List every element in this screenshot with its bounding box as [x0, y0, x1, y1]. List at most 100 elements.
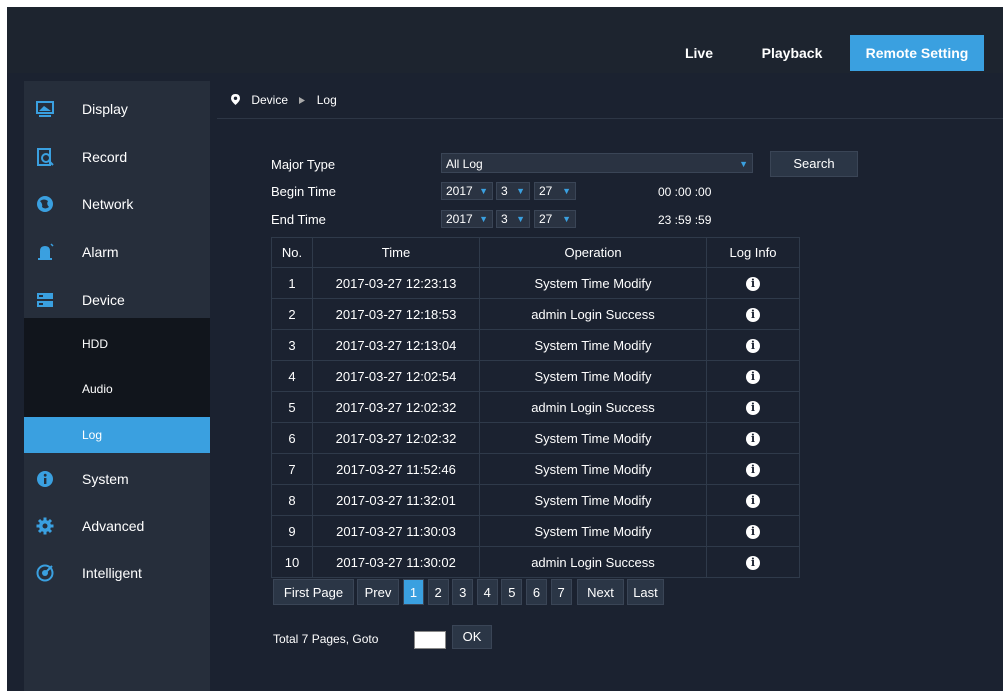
chevron-down-icon: ▼ [479, 214, 488, 224]
table-row: 7 2017-03-27 11:52:46 System Time Modify i [271, 453, 800, 485]
sidebar-item-label: Device [82, 292, 125, 308]
begin-year-select[interactable]: 2017 ▼ [441, 182, 493, 200]
cell-operation: System Time Modify [479, 515, 707, 547]
cell-time: 2017-03-27 12:02:32 [312, 391, 480, 423]
info-icon[interactable]: i [746, 277, 760, 291]
sidebar-item-label: Display [82, 101, 128, 117]
page-number-button[interactable]: 3 [452, 579, 474, 605]
cell-time: 2017-03-27 12:23:13 [312, 267, 480, 299]
app-window: Live Playback Remote Setting Display Rec… [7, 7, 1003, 691]
sidebar-item-alarm[interactable]: Alarm [24, 230, 210, 274]
cell-time: 2017-03-27 12:02:32 [312, 422, 480, 454]
info-icon[interactable]: i [746, 308, 760, 322]
last-page-button[interactable]: Last [627, 579, 664, 605]
col-header-operation: Operation [479, 237, 707, 268]
cell-log-info: i [706, 267, 800, 299]
sidebar-subitem-hdd[interactable]: HDD [24, 326, 210, 362]
cell-time: 2017-03-27 12:13:04 [312, 329, 480, 361]
major-type-label: Major Type [271, 157, 336, 172]
location-pin-icon [231, 94, 240, 105]
col-header-no: No. [271, 237, 313, 268]
cell-no: 2 [271, 298, 313, 330]
info-icon[interactable]: i [746, 556, 760, 570]
end-year-select[interactable]: 2017 ▼ [441, 210, 493, 228]
info-icon[interactable]: i [746, 432, 760, 446]
cell-log-info: i [706, 391, 800, 423]
first-page-button[interactable]: First Page [273, 579, 354, 605]
breadcrumb-device[interactable]: Device [251, 93, 288, 107]
sidebar-item-display[interactable]: Display [24, 87, 210, 131]
cell-log-info: i [706, 484, 800, 516]
nav-playback[interactable]: Playback [747, 35, 837, 71]
goto-page-input[interactable] [414, 631, 446, 649]
info-icon[interactable]: i [746, 401, 760, 415]
end-day-value: 27 [539, 212, 553, 226]
major-type-value: All Log [446, 157, 483, 171]
begin-time-input[interactable]: 00 :00 :00 [658, 185, 711, 199]
page-number-button[interactable]: 7 [550, 579, 572, 605]
cell-time: 2017-03-27 11:32:01 [312, 484, 480, 516]
nav-live[interactable]: Live [669, 35, 729, 71]
cell-no: 7 [271, 453, 313, 485]
cell-operation: System Time Modify [479, 267, 707, 299]
cell-operation: System Time Modify [479, 422, 707, 454]
sidebar-item-system[interactable]: System [24, 457, 210, 501]
breadcrumb-log: Log [316, 93, 337, 107]
major-type-select[interactable]: All Log ▼ [441, 153, 753, 173]
cell-time: 2017-03-27 12:02:54 [312, 360, 480, 392]
cell-time: 2017-03-27 11:30:02 [312, 546, 480, 578]
cell-log-info: i [706, 546, 800, 578]
cell-log-info: i [706, 360, 800, 392]
end-time-input[interactable]: 23 :59 :59 [658, 213, 711, 227]
cell-no: 9 [271, 515, 313, 547]
chevron-down-icon: ▼ [516, 214, 525, 224]
info-icon[interactable]: i [746, 370, 760, 384]
cell-no: 4 [271, 360, 313, 392]
table-row: 10 2017-03-27 11:30:02 admin Login Success… [271, 546, 800, 578]
cell-no: 3 [271, 329, 313, 361]
chevron-down-icon: ▼ [516, 186, 525, 196]
cell-operation: System Time Modify [479, 329, 707, 361]
begin-day-select[interactable]: 27 ▼ [534, 182, 576, 200]
sidebar-item-intelligent[interactable]: Intelligent [24, 551, 210, 595]
col-header-log-info: Log Info [706, 237, 800, 268]
end-month-select[interactable]: 3 ▼ [496, 210, 530, 228]
table-row: 1 2017-03-27 12:23:13 System Time Modify i [271, 267, 800, 299]
total-pages-text: Total 7 Pages, Goto [273, 632, 379, 646]
begin-month-select[interactable]: 3 ▼ [496, 182, 530, 200]
sidebar-item-device[interactable]: Device [24, 278, 210, 322]
info-icon[interactable]: i [746, 339, 760, 353]
nav-remote-setting[interactable]: Remote Setting [850, 35, 984, 71]
sidebar-item-record[interactable]: Record [24, 135, 210, 179]
info-icon[interactable]: i [746, 494, 760, 508]
begin-year-value: 2017 [446, 184, 473, 198]
breadcrumb: Device Log [231, 93, 337, 107]
info-icon[interactable]: i [746, 525, 760, 539]
sidebar-subitem-log[interactable]: Log [24, 417, 210, 453]
page-number-button[interactable]: 6 [526, 579, 547, 605]
sidebar-item-label: Network [82, 196, 134, 212]
page-number-button[interactable]: 5 [501, 579, 523, 605]
sidebar-subitem-audio[interactable]: Audio [24, 371, 210, 407]
page-number-button[interactable]: 2 [427, 579, 449, 605]
chevron-down-icon: ▼ [739, 159, 748, 169]
prev-page-button[interactable]: Prev [357, 579, 399, 605]
record-icon [37, 148, 54, 166]
device-icon [37, 293, 53, 307]
next-page-button[interactable]: Next [577, 579, 624, 605]
search-button[interactable]: Search [770, 151, 858, 177]
cell-log-info: i [706, 329, 800, 361]
cell-no: 6 [271, 422, 313, 454]
cell-operation: System Time Modify [479, 453, 707, 485]
page-number-button[interactable]: 1 [403, 579, 424, 605]
sidebar-item-advanced[interactable]: Advanced [24, 504, 210, 548]
chevron-right-icon [299, 97, 306, 104]
end-day-select[interactable]: 27 ▼ [534, 210, 576, 228]
ok-button[interactable]: OK [452, 625, 492, 649]
info-icon[interactable]: i [746, 463, 760, 477]
table-row: 9 2017-03-27 11:30:03 System Time Modify i [271, 515, 800, 547]
page-number-button[interactable]: 4 [476, 579, 498, 605]
cell-operation: admin Login Success [479, 298, 707, 330]
sidebar-item-network[interactable]: Network [24, 182, 210, 226]
log-table: No. Time Operation Log Info 1 2017-03-27 … [271, 237, 800, 578]
